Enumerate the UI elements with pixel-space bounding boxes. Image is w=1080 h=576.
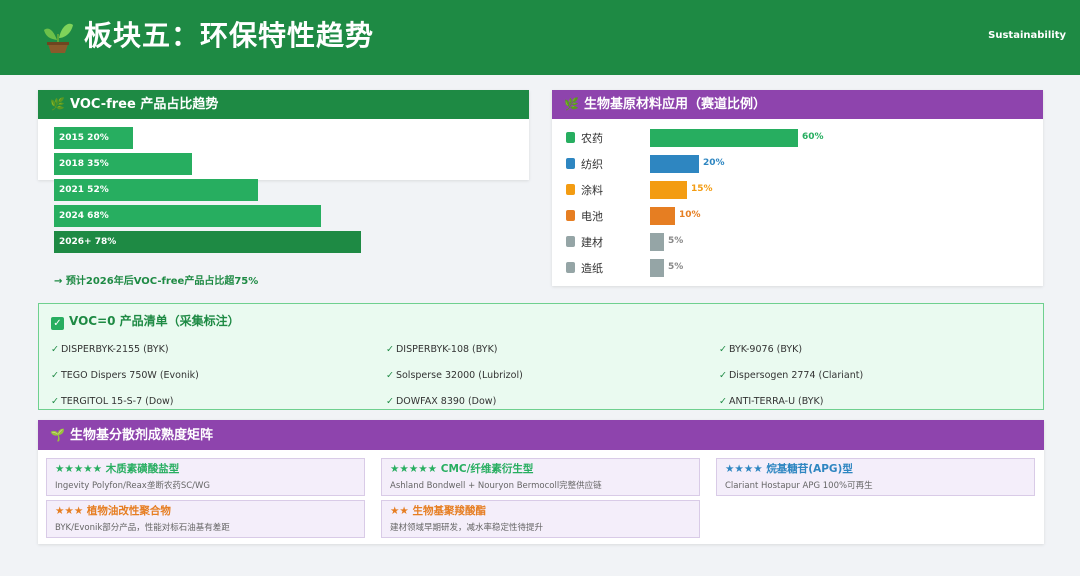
- voc-zero-item-name: DISPERBYK-2155 (BYK): [60, 344, 169, 355]
- voc-zero-item-name: Solsperse 32000 (Lubrizol): [395, 370, 523, 381]
- voc-bar-2021: 2021 52%: [54, 179, 258, 201]
- bio-row-value: 60%: [802, 132, 824, 142]
- matrix-card-header: 🌱 生物基分散剂成熟度矩阵: [38, 420, 1044, 450]
- check-icon: ✓: [386, 344, 394, 355]
- bio-row-value: 20%: [703, 158, 725, 168]
- voc-bar-2018: 2018 35%: [54, 153, 192, 175]
- voc-card-header: 🌿 VOC-free 产品占比趋势: [38, 90, 529, 119]
- check-icon: ✓: [51, 370, 59, 381]
- maturity-stars-icon: ★★★★: [725, 463, 763, 475]
- voc-zero-item: ✓ DISPERBYK-2155 (BYK): [51, 344, 169, 355]
- voc-bar-2015: 2015 20%: [54, 127, 133, 149]
- checkbox-icon: ✓: [51, 317, 64, 330]
- crop-icon: [566, 132, 575, 143]
- bio-row-value: 5%: [668, 236, 684, 246]
- bio-row-bar: [650, 259, 664, 277]
- voc-zero-item-name: DISPERBYK-108 (BYK): [395, 344, 498, 355]
- matrix-cell: ★★ 生物基聚羧酸酯建材领域早期研发，减水率稳定性待提升: [381, 500, 700, 538]
- brick-icon: [566, 236, 575, 247]
- voc-zero-item: ✓ TEGO Dispers 750W (Evonik): [51, 370, 199, 381]
- matrix-cell: ★★★ 植物油改性聚合物 BYK/Evonik部分产品，性能对标石油基有差距: [46, 500, 365, 538]
- bio-row-label: 涂料: [581, 184, 603, 197]
- voc-zero-item: ✓ DISPERBYK-108 (BYK): [386, 344, 498, 355]
- voc-bar-chart: 2015 20% 2018 35% 2021 52% 2024 68% 2026+ 78…: [54, 127, 474, 257]
- leaf-icon: 🌿: [564, 97, 579, 111]
- voc-zero-item: ✓ TERGITOL 15-S-7 (Dow): [51, 396, 173, 407]
- bio-row-label: 农药: [581, 132, 603, 145]
- voc-zero-item: ✓ Solsperse 32000 (Lubrizol): [386, 370, 523, 381]
- matrix-cell-title: CMC/纤维素衍生型: [440, 463, 534, 475]
- matrix-cell-title: 烷基糖苷(APG)型: [766, 463, 853, 475]
- matrix-cell: ★★★★★ CMC/纤维素衍生型 Ashland Bondwell + Noury…: [381, 458, 700, 496]
- voc-zero-list-title-text: VOC=0 产品清单（采集标注）: [69, 314, 240, 328]
- maturity-stars-icon: ★★: [390, 505, 409, 517]
- matrix-cell-desc: Clariant Hostapur APG 100%可再生: [725, 481, 873, 491]
- sprout-icon: 🌱: [50, 428, 65, 442]
- leaf-icon: 🌿: [50, 97, 65, 111]
- bio-row-value: 10%: [679, 210, 701, 220]
- bio-row-label: 纺织: [581, 158, 603, 171]
- voc-zero-item-name: TEGO Dispers 750W (Evonik): [60, 370, 199, 381]
- check-icon: ✓: [386, 396, 394, 407]
- matrix-cell-desc: BYK/Evonik部分产品，性能对标石油基有差距: [55, 523, 230, 533]
- matrix-cell-desc: Ingevity Polyfon/Reax垄断农药SC/WG: [55, 481, 211, 491]
- maturity-matrix-card: 🌱 生物基分散剂成熟度矩阵 ★★★★★ 木质素磺酸盐型 Ingevity Polyf…: [38, 420, 1044, 544]
- check-icon: ✓: [386, 370, 394, 381]
- bio-row-value: 5%: [668, 262, 684, 272]
- check-icon: ✓: [51, 344, 59, 355]
- voc-zero-item: ✓ DOWFAX 8390 (Dow): [386, 396, 496, 407]
- check-icon: ✓: [719, 370, 727, 381]
- voc-zero-item-name: DOWFAX 8390 (Dow): [395, 396, 497, 407]
- page-title: 板块五：环保特性趋势: [84, 19, 375, 52]
- voc-zero-item: ✓ BYK-9076 (BYK): [719, 344, 802, 355]
- sprout-icon: [44, 23, 73, 53]
- matrix-card-title: 生物基分散剂成熟度矩阵: [70, 428, 214, 443]
- bio-row-label: 建材: [581, 236, 603, 249]
- paper-icon: [566, 262, 575, 273]
- bio-row-bar: [650, 207, 675, 225]
- maturity-stars-icon: ★★★: [55, 505, 84, 517]
- battery-icon: [566, 210, 575, 221]
- voc-zero-product-list: ✓ VOC=0 产品清单（采集标注） ✓ DISPERBYK-2155 (BYK) ✓…: [38, 303, 1044, 410]
- bio-row-bar: [650, 181, 687, 199]
- matrix-cell-title: 植物油改性聚合物: [86, 505, 171, 517]
- bio-card-header: 🌿 生物基原材料应用（赛道比例）: [552, 90, 1043, 119]
- check-icon: ✓: [719, 344, 727, 355]
- voc-bar-2024: 2024 68%: [54, 205, 321, 227]
- check-icon: ✓: [719, 396, 727, 407]
- bio-row-label: 造纸: [581, 262, 603, 275]
- voc-zero-item: ✓ Dispersogen 2774 (Clariant): [719, 370, 863, 381]
- voc-zero-item-name: ANTI-TERRA-U (BYK): [728, 396, 824, 407]
- textile-icon: [566, 158, 575, 169]
- page-header: 板块五：环保特性趋势 Sustainability: [0, 0, 1080, 75]
- check-icon: ✓: [51, 396, 59, 407]
- bio-row-bar: [650, 233, 664, 251]
- matrix-cell-desc: 建材领域早期研发，减水率稳定性待提升: [390, 523, 544, 533]
- voc-card-title: VOC-free 产品占比趋势: [70, 97, 219, 112]
- maturity-stars-icon: ★★★★★: [390, 463, 438, 475]
- bio-materials-card: 🌿 生物基原材料应用（赛道比例） 农药 60% 纺织 20% 涂料 15% 电池 10% 建材 5%…: [552, 90, 1043, 286]
- section-tag: Sustainability: [988, 30, 1066, 41]
- bio-row-bar: [650, 129, 798, 147]
- voc-zero-item: ✓ ANTI-TERRA-U (BYK): [719, 396, 824, 407]
- matrix-cell: ★★★★★ 木质素磺酸盐型 Ingevity Polyfon/Reax垄断农药SC…: [46, 458, 365, 496]
- matrix-cell-title: 生物基聚羧酸酯: [412, 505, 486, 517]
- bio-row-label: 电池: [581, 210, 603, 223]
- voc-zero-item-name: TERGITOL 15-S-7 (Dow): [60, 396, 174, 407]
- bio-row-value: 15%: [691, 184, 713, 194]
- bio-card-title: 生物基原材料应用（赛道比例）: [584, 97, 767, 112]
- voc-zero-item-name: Dispersogen 2774 (Clariant): [728, 370, 864, 381]
- matrix-cell-desc: Ashland Bondwell + Nouryon Bermocoll完整供应…: [390, 481, 602, 491]
- bio-row-bar: [650, 155, 699, 173]
- voc-zero-item-name: BYK-9076 (BYK): [728, 344, 803, 355]
- maturity-stars-icon: ★★★★★: [55, 463, 103, 475]
- matrix-cell-title: 木质素磺酸盐型: [105, 463, 180, 475]
- voc-zero-list-title: ✓ VOC=0 产品清单（采集标注）: [51, 312, 240, 330]
- matrix-cell: ★★★★ 烷基糖苷(APG)型 Clariant Hostapur APG 100…: [716, 458, 1035, 496]
- paint-icon: [566, 184, 575, 195]
- voc-bar-2026+: 2026+ 78%: [54, 231, 361, 253]
- voc-forecast-note: → 预计2026年后VOC-free产品占比超75%: [54, 276, 259, 287]
